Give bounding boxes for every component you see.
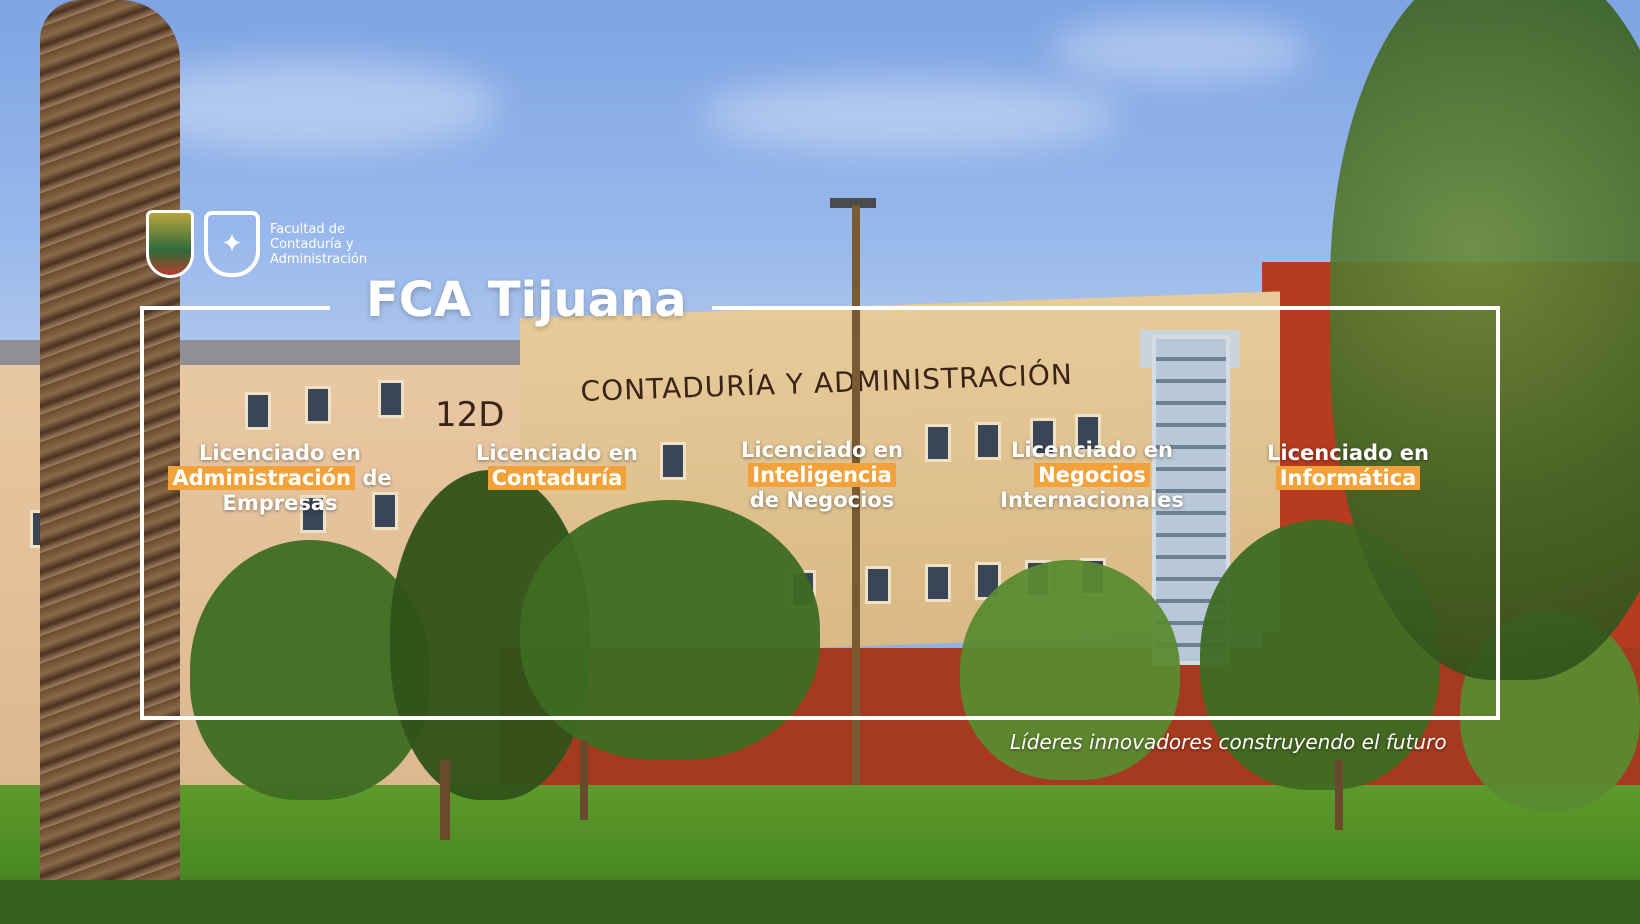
cloud: [700, 80, 1120, 150]
degree-negocios-internacionales: Licenciado en Negocios Internacionales: [982, 438, 1202, 513]
degree-administracion: Licenciado en Administración de Empresas: [155, 441, 405, 516]
degree-suffix: Internacionales: [1000, 488, 1184, 512]
tree-trunk: [580, 740, 588, 820]
faculty-name: Facultad de Contaduría y Administración: [270, 221, 368, 267]
degree-prefix: Licenciado en: [1010, 438, 1173, 462]
tagline: Líderes innovadores construyendo el futu…: [1010, 730, 1447, 754]
degree-highlight: Negocios: [1034, 463, 1150, 487]
fca-logo-icon: ✦: [204, 211, 260, 277]
degree-contaduria: Licenciado en Contaduría: [452, 441, 662, 491]
hedge: [0, 880, 1640, 924]
degree-informatica: Licenciado en Informática: [1248, 441, 1448, 491]
logo-group: ✦ Facultad de Contaduría y Administració…: [146, 208, 400, 280]
cloud: [1050, 20, 1310, 80]
degree-prefix: Licenciado en: [740, 438, 903, 462]
uabc-shield-icon: [146, 210, 194, 278]
degree-highlight: Administración: [168, 466, 355, 490]
page-title: FCA Tijuana: [366, 272, 687, 328]
frame-top-right-segment: [712, 306, 1500, 310]
degree-highlight: Informática: [1275, 466, 1421, 490]
degree-prefix: Licenciado en: [1266, 441, 1429, 465]
tree-trunk: [1335, 760, 1343, 830]
degree-inteligencia-negocios: Licenciado en Inteligencia de Negocios: [712, 438, 932, 513]
degree-highlight: Contaduría: [487, 466, 627, 490]
degree-prefix: Licenciado en: [198, 441, 361, 465]
tree-trunk: [440, 760, 450, 840]
degree-highlight: Inteligencia: [748, 463, 896, 487]
frame-top-left-segment: [140, 306, 330, 310]
degree-suffix: de Negocios: [749, 488, 895, 512]
degree-prefix: Licenciado en: [475, 441, 638, 465]
